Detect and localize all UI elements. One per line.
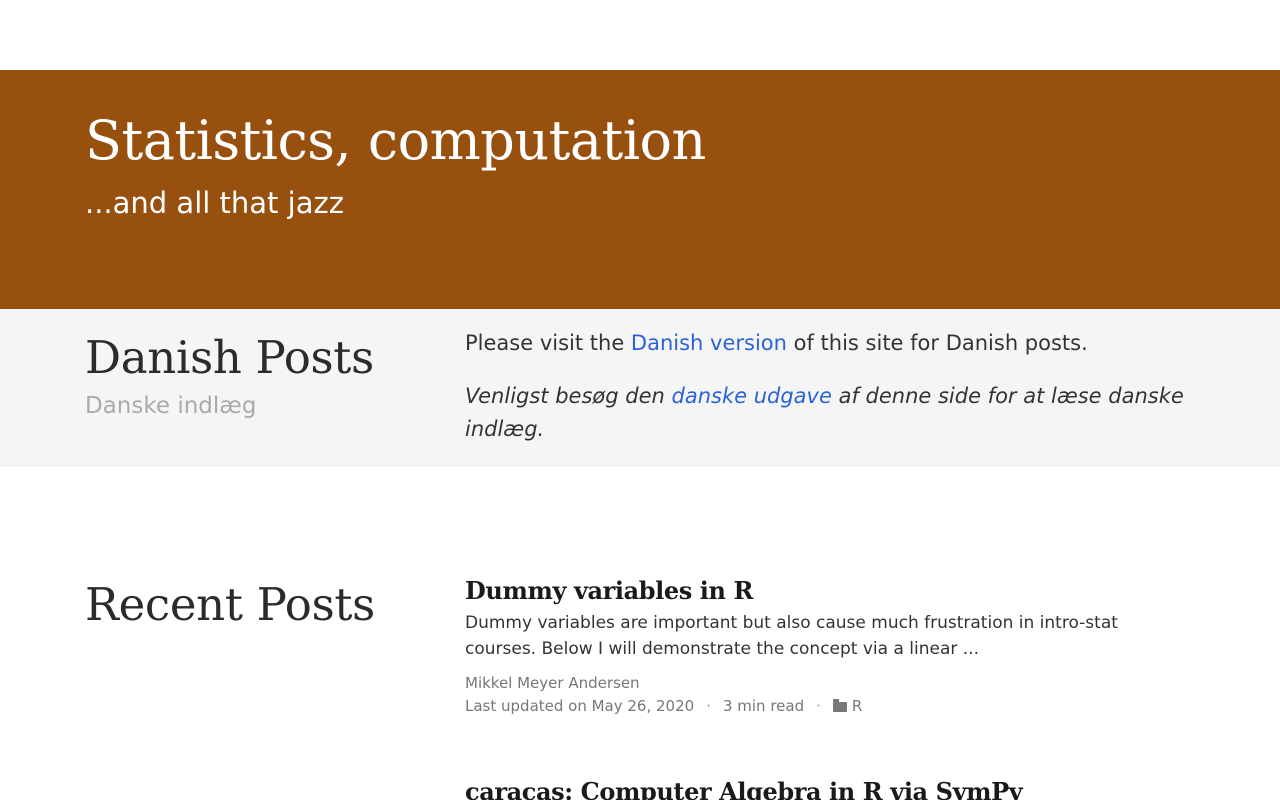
post-item: Dummy variables in R Dummy variables are… bbox=[465, 576, 1185, 718]
post-read-time: 3 min read bbox=[722, 696, 805, 715]
danish-posts-title: Danish Posts bbox=[85, 331, 374, 384]
danish-danish-note: Venligst besøg den danske udgave af denn… bbox=[465, 380, 1185, 446]
site-title: Statistics, computation bbox=[85, 109, 706, 172]
danish-posts-text: Please visit the Danish version of this … bbox=[465, 327, 1185, 466]
text-fragment: Please visit the bbox=[465, 331, 631, 355]
meta-separator: · bbox=[816, 696, 821, 715]
post-author[interactable]: Mikkel Meyer Andersen bbox=[465, 672, 1185, 695]
site-subtitle: ...and all that jazz bbox=[85, 186, 344, 220]
post-updated: Last updated on May 26, 2020 bbox=[465, 696, 695, 715]
text-fragment: of this site for Danish posts. bbox=[786, 331, 1088, 355]
danish-posts-section: Danish Posts Danske indlæg Please visit … bbox=[0, 309, 1280, 467]
danske-udgave-link[interactable]: danske udgave bbox=[672, 384, 832, 408]
recent-posts-title: Recent Posts bbox=[85, 578, 375, 631]
danish-posts-subtitle: Danske indlæg bbox=[85, 393, 257, 419]
danish-english-note: Please visit the Danish version of this … bbox=[465, 327, 1185, 360]
top-navbar bbox=[0, 0, 1280, 70]
post-meta: Mikkel Meyer Andersen Last updated on Ma… bbox=[465, 672, 1185, 718]
post-title-link[interactable]: caracas: Computer Algebra in R via SymPy bbox=[465, 777, 1185, 800]
post-category-link[interactable]: R bbox=[852, 697, 862, 715]
hero-banner: Statistics, computation ...and all that … bbox=[0, 70, 1280, 309]
post-title-link[interactable]: Dummy variables in R bbox=[465, 576, 1185, 606]
post-meta-line: Last updated on May 26, 2020 · 3 min read ·… bbox=[465, 695, 1185, 718]
post-item: caracas: Computer Algebra in R via SymPy bbox=[465, 777, 1185, 800]
post-summary: Dummy variables are important but also c… bbox=[465, 612, 1118, 659]
danish-version-link[interactable]: Danish version bbox=[631, 331, 787, 355]
text-fragment: Venligst besøg den bbox=[465, 384, 672, 408]
meta-separator: · bbox=[706, 696, 711, 715]
folder-icon bbox=[832, 698, 847, 712]
